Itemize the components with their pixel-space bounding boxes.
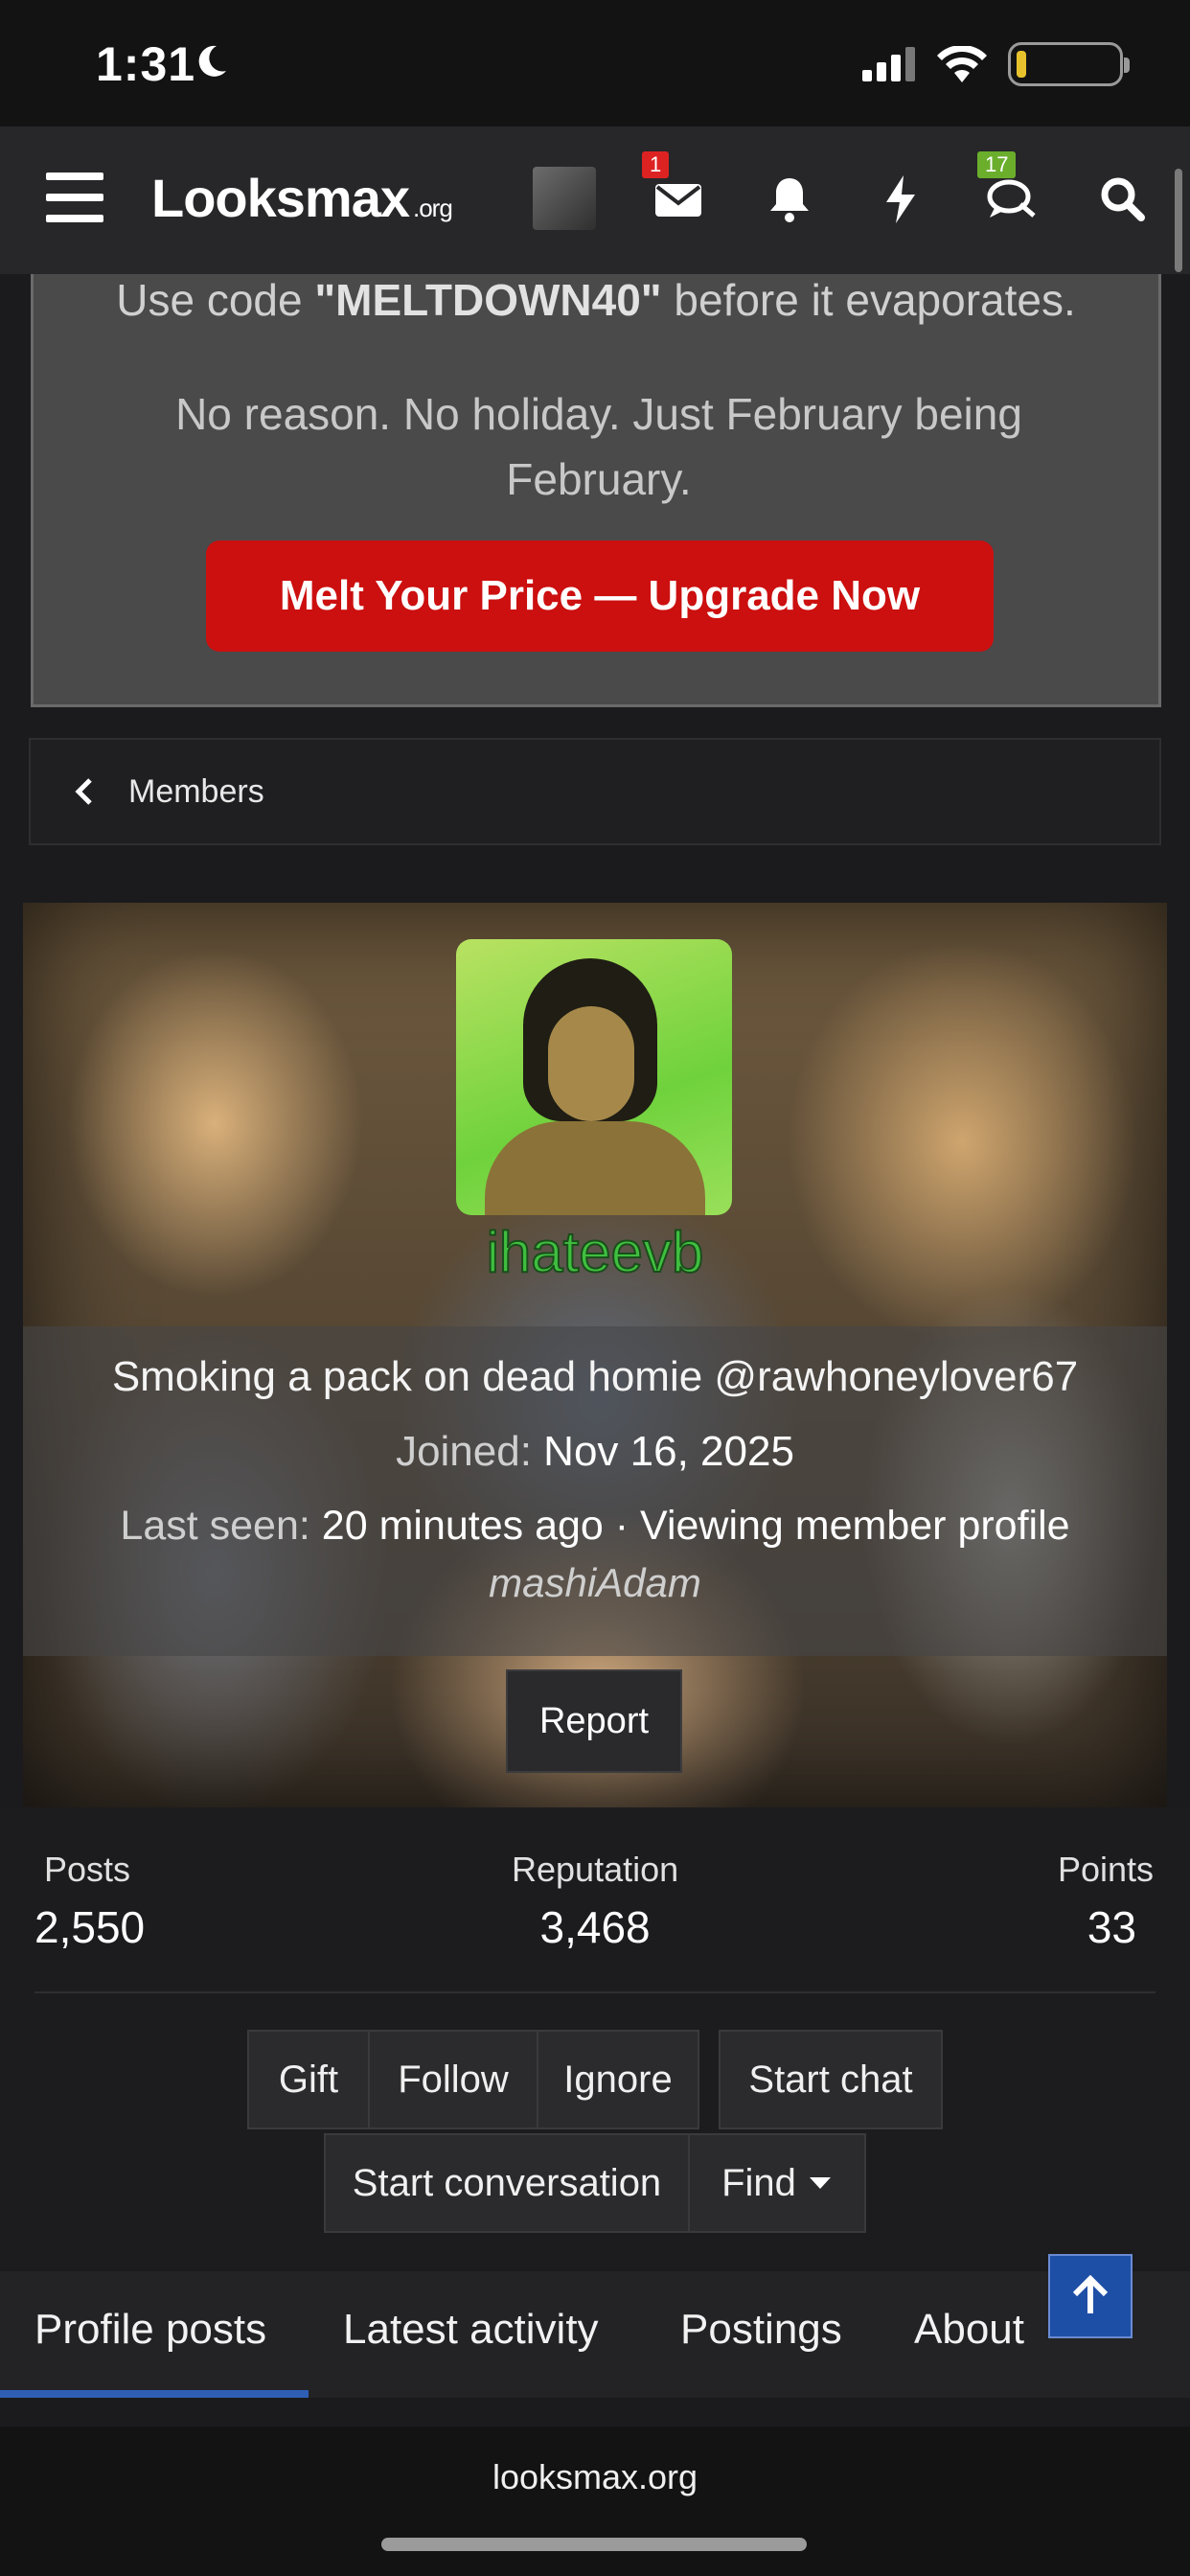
stat-posts[interactable]: Posts 2,550 xyxy=(34,1850,145,1953)
signal-icon xyxy=(862,47,915,81)
report-button[interactable]: Report xyxy=(506,1669,682,1773)
chevron-left-icon xyxy=(75,778,92,805)
promo-code-line: Use code "MELTDOWN40" before it evaporat… xyxy=(116,275,1076,325)
stat-points[interactable]: Points 33 xyxy=(1058,1850,1154,1953)
bell-icon[interactable] xyxy=(759,169,820,230)
inbox-icon[interactable]: 1 xyxy=(642,151,709,230)
upgrade-button[interactable]: Melt Your Price — Upgrade Now xyxy=(206,540,994,652)
menu-icon[interactable] xyxy=(46,172,103,222)
wifi-icon xyxy=(937,46,987,82)
promo-banner: Use code "MELTDOWN40" before it evaporat… xyxy=(31,274,1161,707)
caret-down-icon xyxy=(809,2177,831,2189)
page-scrollbar[interactable] xyxy=(1175,169,1182,272)
profile-username[interactable]: ihateevb xyxy=(23,1219,1167,1285)
follow-button[interactable]: Follow xyxy=(368,2030,538,2129)
breadcrumb-label: Members xyxy=(128,772,264,810)
profile-status-message: Smoking a pack on dead homie @rawhoneylo… xyxy=(111,1353,1079,1400)
find-dropdown[interactable]: Find xyxy=(688,2133,866,2233)
moon-icon xyxy=(198,45,226,77)
battery-icon xyxy=(1008,42,1130,86)
user-avatar[interactable] xyxy=(533,167,596,230)
arrow-up-icon xyxy=(1072,2275,1109,2313)
chat-badge: 17 xyxy=(977,151,1017,178)
scroll-to-top-button[interactable] xyxy=(1048,2254,1133,2338)
profile-joined: Joined: Nov 16, 2025 xyxy=(396,1428,794,1475)
home-indicator[interactable] xyxy=(381,2538,807,2551)
active-tab-indicator xyxy=(0,2390,309,2398)
tab-profile-posts[interactable]: Profile posts xyxy=(34,2306,266,2354)
profile-custom-title: mashiAdam xyxy=(489,1560,701,1605)
inbox-badge: 1 xyxy=(642,151,670,178)
gift-button[interactable]: Gift xyxy=(247,2030,370,2129)
profile-tabs: Profile posts Latest activity Postings A… xyxy=(0,2271,1190,2398)
search-icon[interactable] xyxy=(1092,169,1154,230)
promo-subtext: No reason. No holiday. Just February bei… xyxy=(175,389,1022,504)
find-label: Find xyxy=(721,2161,796,2204)
stats-divider xyxy=(34,1991,1156,1993)
browser-bottom-bar xyxy=(0,2426,1190,2576)
lightning-icon[interactable] xyxy=(870,169,931,230)
start-chat-button[interactable]: Start chat xyxy=(719,2030,943,2129)
tab-postings[interactable]: Postings xyxy=(680,2306,842,2354)
chat-icon[interactable]: 17 xyxy=(977,151,1042,230)
profile-avatar[interactable] xyxy=(456,939,732,1215)
profile-stats: Posts 2,550 Reputation 3,468 Points 33 G… xyxy=(0,1807,1190,2267)
tab-about[interactable]: About xyxy=(914,2306,1024,2354)
breadcrumb[interactable]: Members xyxy=(29,738,1161,845)
site-logo[interactable]: Looksmax .org xyxy=(151,167,453,229)
ignore-button[interactable]: Ignore xyxy=(537,2030,699,2129)
profile-cover: ihateevb Smoking a pack on dead homie @r… xyxy=(23,903,1167,1807)
status-time: 1:31 xyxy=(96,37,196,91)
profile-last-seen: Last seen: 20 minutes ago · Viewing memb… xyxy=(120,1503,1070,1549)
start-conversation-button[interactable]: Start conversation xyxy=(324,2133,690,2233)
browser-url[interactable]: looksmax.org xyxy=(0,2457,1190,2497)
tab-latest-activity[interactable]: Latest activity xyxy=(343,2306,599,2354)
stat-reputation[interactable]: Reputation 3,468 xyxy=(512,1850,678,1953)
status-bar: 1:31 xyxy=(0,0,1190,126)
top-navbar: Looksmax .org 1 17 xyxy=(0,126,1190,274)
